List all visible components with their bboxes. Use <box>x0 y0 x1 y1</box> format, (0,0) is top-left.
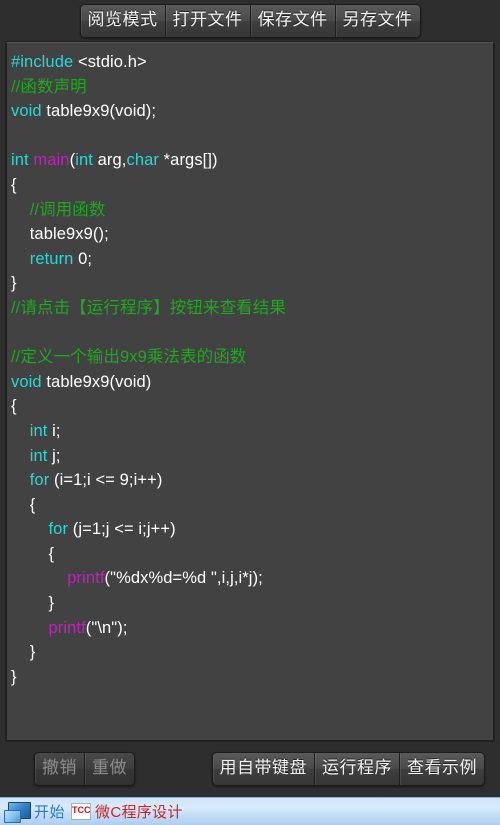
code-token: int <box>11 151 29 170</box>
code-token: } <box>11 274 17 293</box>
app-window: 阅览模式 打开文件 保存文件 另存文件 #include <stdio.h> //函数声… <box>0 0 500 825</box>
builtin-keyboard-button[interactable]: 用自带键盘 <box>212 753 315 785</box>
code-token: arg, <box>92 151 127 170</box>
code-token: { <box>11 397 17 416</box>
code-token: } <box>11 667 17 686</box>
code-token: for <box>48 520 69 539</box>
code-line: #include <stdio.h> <box>11 50 493 75</box>
code-token: } <box>11 594 55 613</box>
code-line: //调用函数 <box>11 198 493 223</box>
code-token: (i=1;i <= 9;i++) <box>49 471 163 490</box>
code-token: table9x9(); <box>11 225 109 244</box>
code-token: j; <box>47 446 61 465</box>
code-line: } <box>11 640 493 665</box>
code-token: } <box>11 643 36 662</box>
code-token: (j=1;j <= i;j++) <box>68 520 176 539</box>
code-token: void <box>11 372 42 391</box>
view-example-button[interactable]: 查看示例 <box>400 753 484 785</box>
code-line: } <box>11 271 493 296</box>
run-program-button[interactable]: 运行程序 <box>315 753 400 785</box>
code-line: { <box>11 173 493 198</box>
code-line: int j; <box>11 444 493 469</box>
open-file-button[interactable]: 打开文件 <box>165 5 251 37</box>
code-token: 0; <box>73 249 93 268</box>
code-token: #include <box>11 53 78 71</box>
start-button-label[interactable]: 开始 <box>34 801 67 822</box>
code-token: ("%dx%d=%d ",i,j,i*j); <box>104 569 263 588</box>
code-token: //定义一个输出9x9乘法表的函数 <box>11 348 247 367</box>
undo-redo-group: 撤销 重做 <box>34 752 135 786</box>
code-token: return <box>29 249 74 268</box>
read-mode-button[interactable]: 阅览模式 <box>80 5 166 37</box>
code-line: { <box>11 542 493 567</box>
code-line: { <box>11 394 493 419</box>
code-line: //定义一个输出9x9乘法表的函数 <box>11 345 493 370</box>
code-token: i; <box>47 421 61 440</box>
code-content[interactable]: #include <stdio.h> //函数声明 void table9x9(vo… <box>7 43 493 689</box>
bottom-toolbar: 撤销 重做 用自带键盘 运行程序 查看示例 <box>0 741 500 797</box>
code-token: *args[]) <box>158 151 218 170</box>
code-token: ("\n"); <box>85 618 128 637</box>
code-editor[interactable]: #include <stdio.h> //函数声明 void table9x9(vo… <box>6 42 494 741</box>
code-token: { <box>11 495 36 514</box>
code-line: } <box>11 591 493 616</box>
code-line: printf("\n"); <box>11 616 493 641</box>
code-token: //调用函数 <box>11 200 106 219</box>
code-token: //函数声明 <box>11 77 87 96</box>
tcc-app-icon[interactable]: TCC <box>71 803 92 820</box>
top-toolbar: 阅览模式 打开文件 保存文件 另存文件 <box>0 0 500 42</box>
code-line: //请点击【运行程序】按钮来查看结果 <box>11 296 493 321</box>
code-line: int i; <box>11 419 493 444</box>
taskbar-task-title[interactable]: 微C程序设计 <box>95 801 183 822</box>
code-line: return 0; <box>11 247 493 272</box>
monitor-icon[interactable] <box>4 801 31 823</box>
code-line: int main(int arg,char *args[]) <box>11 148 493 173</box>
code-line: printf("%dx%d=%d ",i,j,i*j); <box>11 566 493 591</box>
save-as-file-button[interactable]: 另存文件 <box>335 5 420 37</box>
code-token: { <box>11 544 55 563</box>
code-line: for (i=1;i <= 9;i++) <box>11 468 493 493</box>
code-token: int <box>75 151 93 170</box>
code-token: printf <box>48 618 86 637</box>
code-line: for (j=1;j <= i;j++) <box>11 517 493 542</box>
save-file-button[interactable]: 保存文件 <box>250 5 336 37</box>
code-token: void <box>11 102 42 121</box>
undo-button: 撤销 <box>35 753 85 785</box>
code-token: table9x9(void); <box>41 102 157 121</box>
top-button-group: 阅览模式 打开文件 保存文件 另存文件 <box>79 4 421 38</box>
code-token: int <box>29 446 48 465</box>
code-line: { <box>11 493 493 518</box>
code-token: main <box>33 151 70 170</box>
code-line: void table9x9(void); <box>11 99 493 124</box>
code-line: //函数声明 <box>11 75 493 100</box>
action-button-group: 用自带键盘 运行程序 查看示例 <box>211 752 485 786</box>
code-token: table9x9(void) <box>41 372 152 391</box>
code-token: <stdio.h> <box>77 53 147 71</box>
code-token: printf <box>67 569 105 588</box>
taskbar: 开始 TCC 微C程序设计 <box>0 797 500 825</box>
redo-button: 重做 <box>85 753 134 785</box>
code-line: table9x9(); <box>11 222 493 247</box>
code-line: } <box>11 665 493 690</box>
code-token: //请点击【运行程序】按钮来查看结果 <box>11 298 286 317</box>
code-token: for <box>29 471 50 490</box>
code-token: char <box>126 151 159 170</box>
code-token: { <box>11 175 17 194</box>
code-token: int <box>29 421 48 440</box>
monitor-icon-front <box>4 809 21 823</box>
code-line: void table9x9(void) <box>11 370 493 395</box>
